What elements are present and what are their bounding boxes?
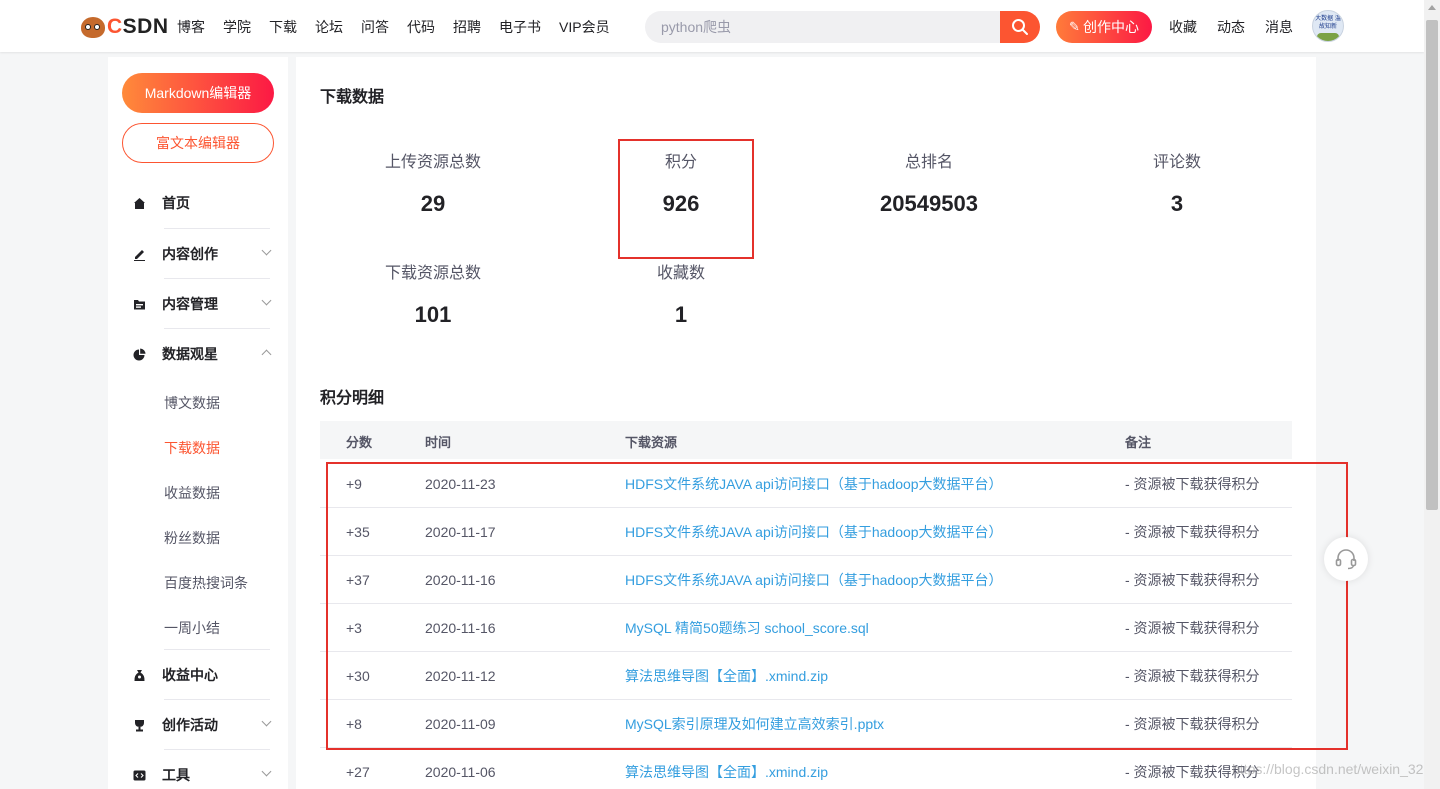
- sidebar-item-tools[interactable]: 工具: [132, 764, 272, 786]
- divider: [164, 278, 270, 279]
- top-navigation-bar: CSDN 博客 学院 下载 论坛 问答 代码 招聘 电子书 VIP会员 ✎ 创作…: [0, 0, 1424, 52]
- sub-item-blog-data[interactable]: 博文数据: [164, 393, 220, 413]
- points-detail-title: 积分明细: [320, 390, 385, 407]
- sidebar-item-creation-activities[interactable]: 创作活动: [132, 714, 272, 736]
- nav-code[interactable]: 代码: [407, 17, 435, 37]
- divider: [164, 699, 270, 700]
- rich-text-editor-button[interactable]: 富文本编辑器: [122, 123, 274, 163]
- column-time: 时间: [425, 435, 452, 450]
- sidebar-item-revenue-center[interactable]: 收益中心: [132, 664, 270, 686]
- sub-item-baidu-hot-search[interactable]: 百度热搜词条: [164, 573, 248, 593]
- nav-messages[interactable]: 消息: [1265, 17, 1293, 37]
- stat-label: 上传资源总数: [384, 154, 481, 171]
- table-row: +27 2020-11-06 算法思维导图【全面】.xmind.zip - 资源…: [320, 748, 1292, 789]
- user-avatar[interactable]: 大数据 温故知新: [1312, 10, 1344, 42]
- nav-download[interactable]: 下载: [269, 17, 297, 37]
- nav-blog[interactable]: 博客: [177, 17, 205, 37]
- pen-icon: ✎: [1069, 19, 1080, 34]
- watermark-url: https://blog.csdn.net/weixin_32265569: [1232, 761, 1440, 777]
- highlight-box-points-detail: [326, 462, 1348, 750]
- column-score: 分数: [346, 435, 373, 450]
- nav-jobs[interactable]: 招聘: [453, 17, 481, 37]
- logo-wordmark: CSDN: [107, 15, 169, 38]
- chevron-up-icon: [261, 349, 272, 360]
- stat-upload-total: 上传资源总数 29: [333, 152, 533, 217]
- page-scrollbar[interactable]: [1424, 0, 1440, 789]
- table-header: 分数 时间 下载资源 备注: [320, 421, 1292, 459]
- markdown-editor-button[interactable]: Markdown编辑器: [122, 73, 274, 113]
- column-resource: 下载资源: [625, 435, 678, 450]
- stat-value: 101: [414, 302, 452, 327]
- stat-value: 20549503: [880, 191, 978, 216]
- stat-total-rank: 总排名 20549503: [829, 152, 1029, 217]
- nav-academy[interactable]: 学院: [223, 17, 251, 37]
- creation-center-button[interactable]: ✎ 创作中心: [1056, 11, 1152, 43]
- search-box: [645, 11, 1040, 43]
- headset-icon: [1335, 549, 1357, 570]
- stat-label: 收藏数: [656, 265, 705, 282]
- highlight-box-points: [618, 139, 754, 259]
- search-icon: [1012, 19, 1028, 35]
- stat-label: 总排名: [904, 154, 953, 171]
- stat-value: 3: [1170, 191, 1184, 216]
- csdn-logo[interactable]: CSDN: [80, 14, 169, 40]
- chevron-down-icon: [261, 716, 272, 727]
- divider: [164, 749, 270, 750]
- divider: [164, 228, 270, 229]
- stat-value: 29: [420, 191, 446, 216]
- customer-service-button[interactable]: [1324, 537, 1368, 581]
- folder-icon: [132, 297, 146, 311]
- nav-activity[interactable]: 动态: [1217, 17, 1245, 37]
- main-nav: 博客 学院 下载 论坛 问答 代码 招聘 电子书 VIP会员: [177, 17, 628, 37]
- row-score: +27: [346, 764, 370, 780]
- sub-item-revenue-data[interactable]: 收益数据: [164, 483, 220, 503]
- chevron-down-icon: [261, 245, 272, 256]
- pie-chart-icon: [132, 347, 146, 361]
- search-input[interactable]: [645, 11, 1001, 43]
- sidebar-item-content-management[interactable]: 内容管理: [132, 293, 272, 315]
- code-icon: [132, 768, 146, 782]
- row-resource-link[interactable]: 算法思维导图【全面】.xmind.zip: [625, 763, 828, 781]
- page-title: 下载数据: [320, 89, 385, 106]
- money-bag-icon: [132, 668, 146, 682]
- nav-ebook[interactable]: 电子书: [499, 17, 541, 37]
- home-icon: [132, 196, 146, 210]
- nav-vip[interactable]: VIP会员: [559, 17, 610, 37]
- sub-item-weekly-summary[interactable]: 一周小结: [164, 618, 220, 638]
- nav-qa[interactable]: 问答: [361, 17, 389, 37]
- sidebar: Markdown编辑器 富文本编辑器 首页 内容创作 内容管理 数据观星 博文数…: [108, 57, 288, 789]
- stat-download-total: 下载资源总数 101: [333, 263, 533, 328]
- stat-value: 1: [674, 302, 688, 327]
- csdn-mascot-icon: [80, 15, 106, 39]
- stat-favorites: 收藏数 1: [581, 263, 781, 328]
- sub-item-fans-data[interactable]: 粉丝数据: [164, 528, 220, 548]
- nav-favorites[interactable]: 收藏: [1169, 17, 1197, 37]
- scrollbar-thumb[interactable]: [1426, 20, 1438, 510]
- stat-label: 评论数: [1152, 154, 1201, 171]
- search-button[interactable]: [1000, 11, 1040, 43]
- sub-item-download-data[interactable]: 下载数据: [164, 438, 220, 458]
- scroll-up-arrow-icon[interactable]: [1428, 5, 1436, 10]
- stat-comments: 评论数 3: [1077, 152, 1277, 217]
- divider: [164, 328, 270, 329]
- stat-label: 下载资源总数: [384, 265, 481, 282]
- sidebar-item-home[interactable]: 首页: [132, 192, 270, 214]
- pencil-icon: [132, 247, 146, 261]
- sidebar-item-content-creation[interactable]: 内容创作: [132, 243, 272, 265]
- trophy-icon: [132, 718, 146, 732]
- row-time: 2020-11-06: [425, 764, 496, 780]
- divider: [164, 649, 270, 650]
- chevron-down-icon: [261, 295, 272, 306]
- chevron-down-icon: [261, 766, 272, 777]
- nav-forum[interactable]: 论坛: [315, 17, 343, 37]
- sidebar-item-data-analytics[interactable]: 数据观星: [132, 343, 272, 365]
- column-note: 备注: [1125, 435, 1152, 450]
